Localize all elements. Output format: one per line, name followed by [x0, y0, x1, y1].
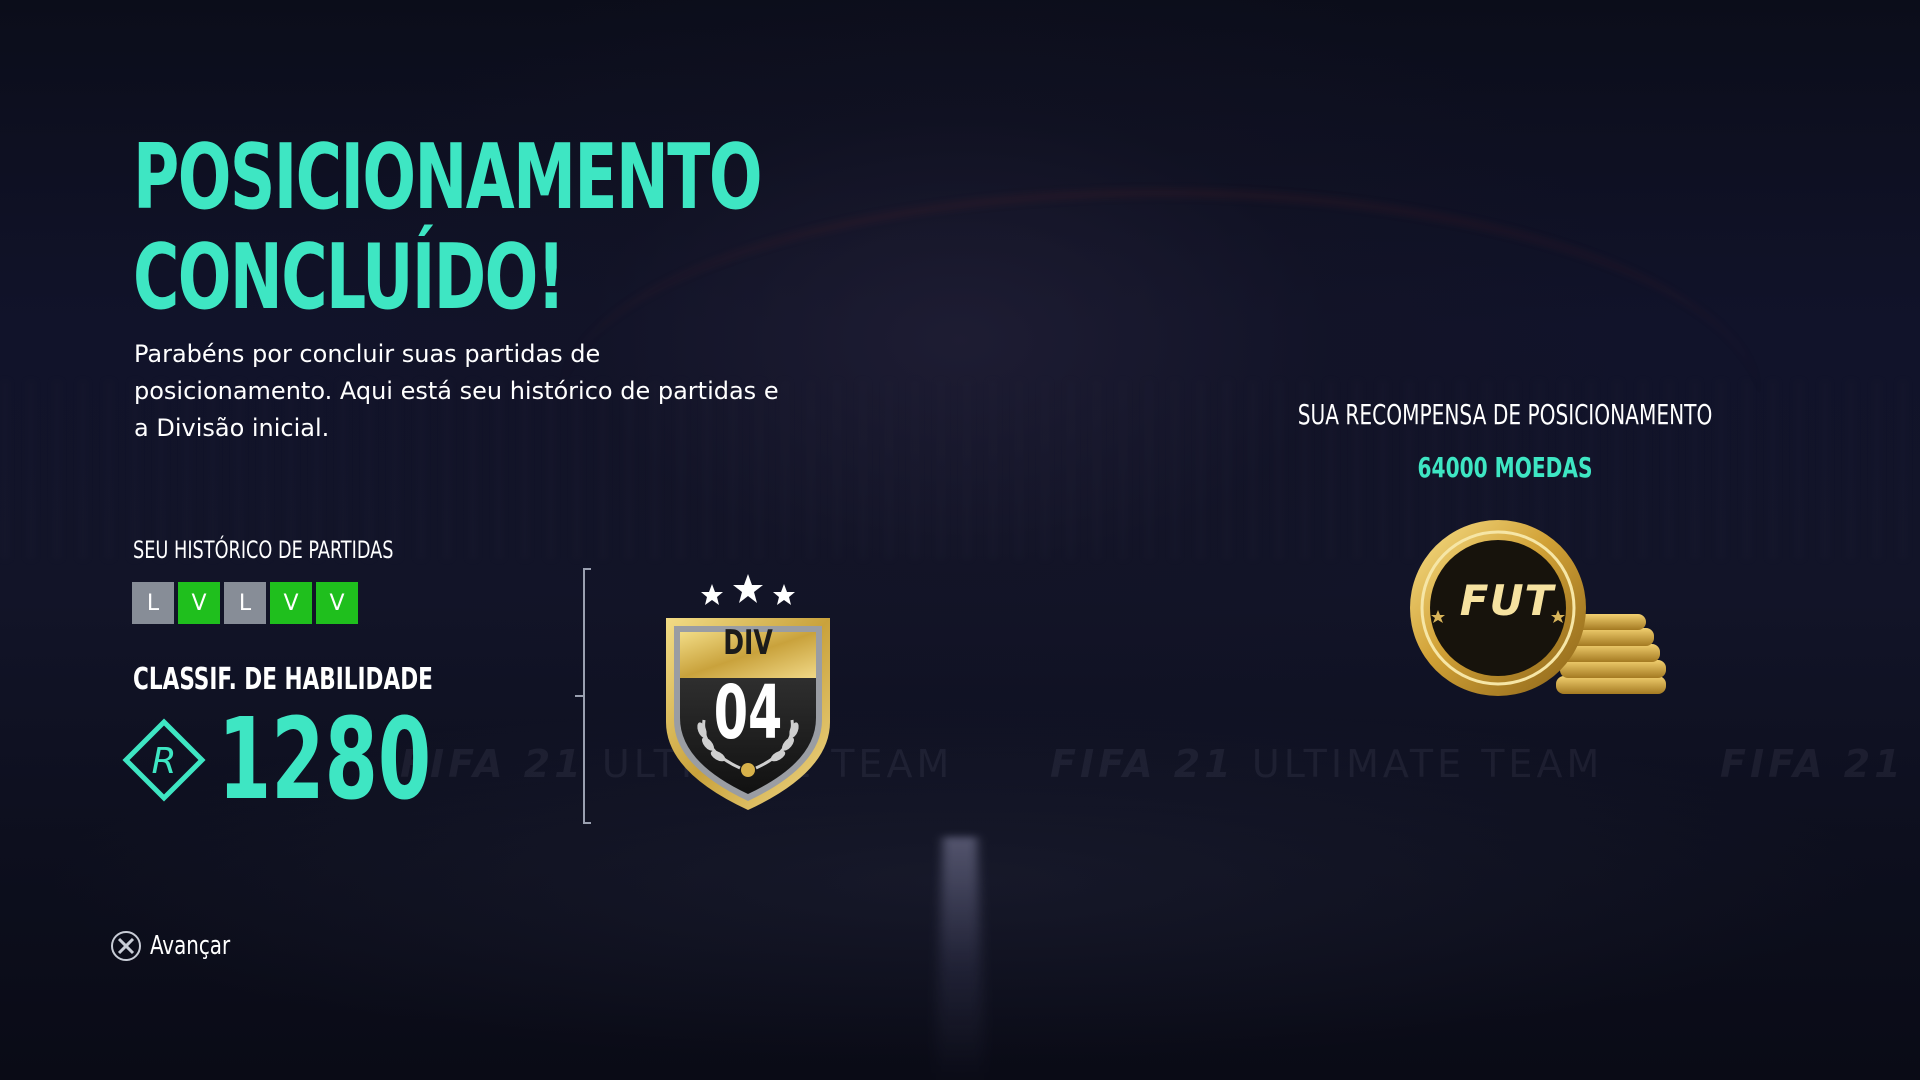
section-divider: [583, 568, 591, 824]
match-result-badge: V: [270, 582, 312, 624]
page-title-line1: POSICIONAMENTO: [133, 125, 763, 230]
ball-icon: [741, 763, 755, 777]
match-result-badge: L: [224, 582, 266, 624]
skill-rating-label: CLASSIF. DE HABILIDADE: [133, 662, 433, 697]
cross-button-icon: [111, 931, 141, 961]
skill-rating-diamond-icon: R: [122, 718, 206, 802]
match-history-label: SEU HISTÓRICO DE PARTIDAS: [133, 536, 394, 564]
division-label: DIV: [723, 623, 773, 663]
advance-button[interactable]: Avançar: [110, 930, 244, 962]
intro-text: Parabéns por concluir suas partidas de p…: [134, 340, 779, 442]
advance-label: Avançar: [150, 931, 231, 961]
skill-rating-value: 1280: [218, 695, 432, 825]
division-star-icon: [701, 584, 723, 605]
section-divider-tick: [575, 695, 584, 697]
pitch-line-background: [935, 836, 985, 1080]
match-result-badge: V: [316, 582, 358, 624]
stadium-banner: FIFA 21: [1720, 742, 1905, 786]
page-title: POSICIONAMENTO CONCLUÍDO!: [133, 125, 763, 330]
coin-fut-text: FUT: [1459, 576, 1555, 625]
reward-title: SUA RECOMPENSA DE POSICIONAMENTO: [1297, 398, 1713, 431]
match-result-badge: V: [178, 582, 220, 624]
stadium-banner: FIFA 21 ULTIMATE TEAM: [1050, 742, 1604, 786]
reward-amount: 64000 MOEDAS: [1417, 451, 1593, 484]
rank-letter: R: [151, 741, 176, 782]
page-title-line2: CONCLUÍDO!: [133, 225, 566, 330]
division-star-icon: [773, 584, 795, 605]
match-history: L V L V V: [132, 582, 358, 624]
division-star-icon: [733, 574, 763, 603]
division-number: 04: [713, 670, 783, 756]
placement-results-screen: FIFA 21 ULTIMATE TEAM FIFA 21 ULTIMATE T…: [0, 0, 1920, 1080]
match-result-badge: L: [132, 582, 174, 624]
